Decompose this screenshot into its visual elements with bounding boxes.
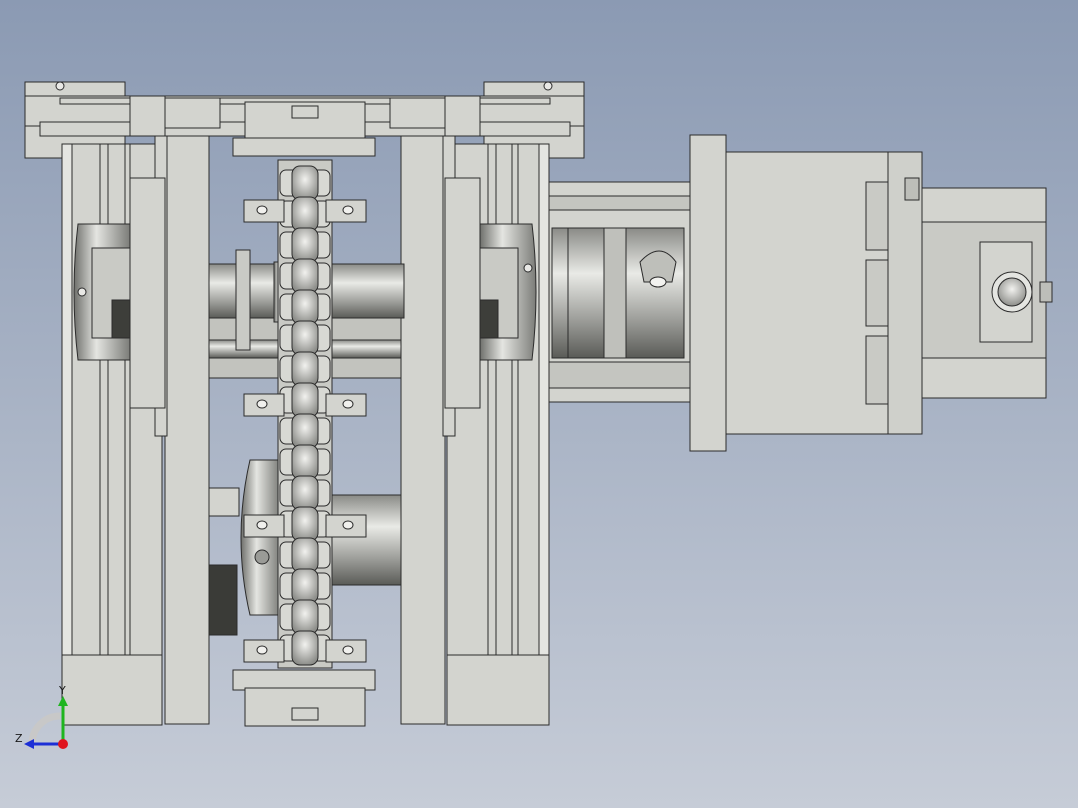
view-orientation-triad: Y Z [15, 684, 68, 749]
chain-roller [291, 382, 319, 418]
chain-roller [291, 351, 319, 387]
chain-roller [291, 258, 319, 294]
chain-roller [291, 413, 319, 449]
coupling[interactable] [548, 181, 692, 403]
attachment-hole [342, 399, 354, 409]
attachment-hole [256, 205, 268, 215]
chain-roller [291, 506, 319, 542]
chain-roller [291, 475, 319, 511]
chain-roller [291, 289, 319, 325]
chain-roller [291, 196, 319, 232]
attachment-hole [256, 399, 268, 409]
x-axis-dot [58, 739, 68, 749]
assembly-model[interactable] [0, 0, 1078, 808]
chain-roller [291, 227, 319, 263]
attachment-hole [256, 520, 268, 530]
chain-roller [291, 568, 319, 604]
attachment-hole [342, 645, 354, 655]
chain-roller [291, 165, 319, 201]
chain-roller [291, 630, 319, 666]
attachment-hole [342, 520, 354, 530]
chain-roller [291, 599, 319, 635]
chain-roller [291, 320, 319, 356]
motor[interactable] [921, 187, 1053, 399]
chain-roller [291, 537, 319, 573]
z-axis-label: Z [15, 732, 23, 745]
gearbox[interactable] [689, 134, 923, 452]
y-axis-arrow-head [58, 696, 68, 706]
cad-graphics-viewport[interactable]: Y Z [0, 0, 1078, 808]
triad-arc [28, 712, 61, 745]
attachment-hole [342, 205, 354, 215]
chain-roller [291, 444, 319, 480]
attachment-hole [256, 645, 268, 655]
y-axis-label: Y [58, 684, 66, 697]
